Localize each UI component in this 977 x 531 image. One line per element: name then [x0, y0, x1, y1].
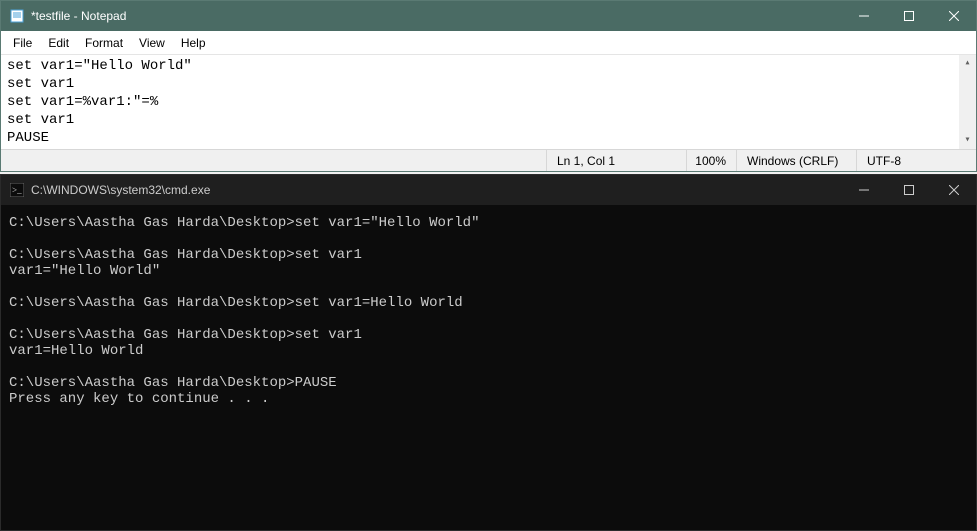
notepad-app-icon [9, 8, 25, 24]
status-empty [1, 150, 546, 171]
status-encoding: UTF-8 [856, 150, 976, 171]
notepad-statusbar: Ln 1, Col 1 100% Windows (CRLF) UTF-8 [1, 149, 976, 171]
menu-format[interactable]: Format [77, 34, 131, 52]
cmd-window: >_ C:\WINDOWS\system32\cmd.exe C:\Users\… [0, 174, 977, 531]
notepad-menubar: File Edit Format View Help [1, 31, 976, 55]
cmd-titlebar[interactable]: >_ C:\WINDOWS\system32\cmd.exe [1, 175, 976, 205]
menu-help[interactable]: Help [173, 34, 214, 52]
scroll-down-icon[interactable]: ▾ [959, 132, 976, 149]
menu-file[interactable]: File [5, 34, 40, 52]
notepad-titlebar[interactable]: *testfile - Notepad [1, 1, 976, 31]
maximize-button[interactable] [886, 1, 931, 31]
close-button[interactable] [931, 1, 976, 31]
menu-edit[interactable]: Edit [40, 34, 77, 52]
cmd-title: C:\WINDOWS\system32\cmd.exe [31, 183, 210, 197]
scroll-up-icon[interactable]: ▴ [959, 55, 976, 72]
status-position: Ln 1, Col 1 [546, 150, 686, 171]
menu-view[interactable]: View [131, 34, 173, 52]
vertical-scrollbar[interactable]: ▴ ▾ [959, 55, 976, 149]
cmd-app-icon: >_ [9, 182, 25, 198]
notepad-content: set var1="Hello World" set var1 set var1… [7, 57, 974, 147]
status-zoom: 100% [686, 150, 736, 171]
notepad-title: *testfile - Notepad [31, 9, 126, 23]
cmd-minimize-button[interactable] [841, 175, 886, 205]
cmd-close-button[interactable] [931, 175, 976, 205]
status-line-ending: Windows (CRLF) [736, 150, 856, 171]
minimize-button[interactable] [841, 1, 886, 31]
svg-text:>_: >_ [12, 185, 22, 195]
cmd-output[interactable]: C:\Users\Aastha Gas Harda\Desktop>set va… [1, 205, 976, 530]
cmd-maximize-button[interactable] [886, 175, 931, 205]
notepad-text-area[interactable]: set var1="Hello World" set var1 set var1… [1, 55, 976, 149]
notepad-window: *testfile - Notepad File Edit Format Vie… [0, 0, 977, 172]
